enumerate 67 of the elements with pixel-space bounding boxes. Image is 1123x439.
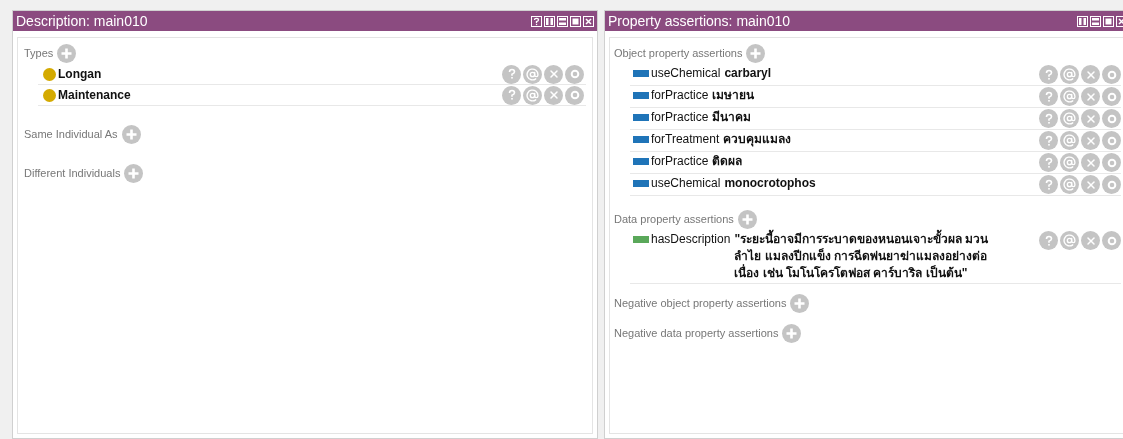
split-rows-icon[interactable] — [557, 15, 568, 27]
class-name[interactable]: Longan — [58, 65, 102, 83]
close-icon[interactable] — [583, 15, 594, 27]
panel-title: Property assertions: main010 — [608, 11, 791, 31]
add-icon[interactable] — [121, 124, 141, 144]
edit-icon[interactable] — [1102, 231, 1121, 250]
annotate-icon[interactable] — [1060, 175, 1079, 194]
annotate-icon[interactable] — [1060, 109, 1079, 128]
property-name[interactable]: forPractice — [651, 109, 709, 126]
property-name[interactable]: forPractice — [651, 87, 709, 104]
add-icon[interactable] — [57, 43, 77, 63]
section-label: Same Individual As — [24, 126, 118, 142]
edit-icon[interactable] — [565, 85, 584, 105]
annotate-icon[interactable] — [1060, 153, 1079, 172]
property-name[interactable]: useChemical — [651, 65, 721, 82]
annotate-icon[interactable] — [1060, 65, 1079, 84]
property-value[interactable]: monocrotophos — [724, 175, 816, 192]
add-icon[interactable] — [124, 163, 144, 183]
property-value[interactable]: carbaryl — [724, 65, 772, 82]
split-rows-icon[interactable] — [1090, 15, 1101, 27]
maximize-icon[interactable] — [1103, 15, 1114, 27]
add-icon[interactable] — [746, 43, 766, 63]
section-label: Types — [24, 45, 54, 61]
annotate-icon[interactable] — [1060, 87, 1079, 106]
edit-icon[interactable] — [1102, 153, 1121, 172]
annotate-icon[interactable] — [523, 64, 542, 84]
edit-icon[interactable] — [1102, 131, 1121, 150]
edit-icon[interactable] — [565, 64, 584, 84]
edit-icon[interactable] — [1102, 87, 1121, 106]
annotate-icon[interactable] — [1060, 231, 1079, 250]
annotate-icon[interactable] — [523, 85, 542, 105]
property-value[interactable]: เมษายน — [712, 87, 755, 104]
property-value[interactable]: ควบคุมแมลง — [723, 131, 792, 148]
delete-icon[interactable] — [544, 85, 563, 105]
property-name[interactable]: useChemical — [651, 175, 721, 192]
add-icon[interactable] — [790, 293, 810, 313]
edit-icon[interactable] — [1102, 175, 1121, 194]
panel-title: Description: main010 — [16, 11, 148, 31]
section-label: Negative data property assertions — [614, 325, 779, 341]
section-label: Negative object property assertions — [614, 295, 787, 311]
property-name[interactable]: forPractice — [651, 153, 709, 170]
maximize-icon[interactable] — [570, 15, 581, 27]
property-value[interactable]: "ระยะนี้อาจมีการระบาดของหนอนเจาะขั้วผล มวนลำไย แมลงปีกแข็ง การฉีดพ่นยาฆ่าแมลงอย่างต่อเนื่อง เช่น โมโนโครโตฟอส คาร์บาริล เป็นต้น" — [734, 231, 1009, 282]
property-name[interactable]: hasDescription — [651, 231, 731, 248]
section-label: Data property assertions — [614, 211, 734, 227]
annotate-icon[interactable] — [1060, 131, 1079, 150]
delete-icon[interactable] — [1081, 109, 1100, 128]
section-label: Different Individuals — [24, 165, 121, 181]
edit-icon[interactable] — [1102, 65, 1121, 84]
delete-icon[interactable] — [1081, 131, 1100, 150]
delete-icon[interactable] — [1081, 87, 1100, 106]
help-icon[interactable] — [531, 15, 542, 27]
class-name[interactable]: Maintenance — [58, 86, 131, 104]
section-label: Object property assertions — [614, 45, 743, 61]
edit-icon[interactable] — [1102, 109, 1121, 128]
property-value[interactable]: มีนาคม — [712, 109, 752, 126]
delete-icon[interactable] — [1081, 153, 1100, 172]
split-columns-icon[interactable] — [544, 15, 555, 27]
property-name[interactable]: forTreatment — [651, 131, 720, 148]
delete-icon[interactable] — [1081, 231, 1100, 250]
add-icon[interactable] — [737, 209, 757, 229]
property-value[interactable]: ติดผล — [712, 153, 743, 170]
add-icon[interactable] — [782, 323, 802, 343]
delete-icon[interactable] — [1081, 65, 1100, 84]
delete-icon[interactable] — [1081, 175, 1100, 194]
delete-icon[interactable] — [544, 64, 563, 84]
split-columns-icon[interactable] — [1077, 15, 1088, 27]
